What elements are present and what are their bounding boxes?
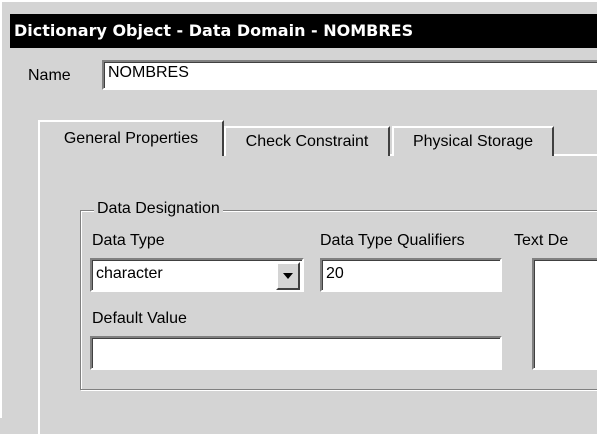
name-field[interactable]: NOMBRES (102, 60, 597, 90)
tab-label: Physical Storage (412, 133, 534, 150)
text-description-textarea[interactable] (532, 258, 597, 370)
dialog-window: Dictionary Object - Data Domain - NOMBRE… (0, 0, 597, 434)
data-type-select[interactable]: character (90, 258, 304, 292)
tab-physical-storage[interactable]: Physical Storage (392, 126, 554, 156)
data-designation-title: Data Designation (94, 200, 223, 218)
tab-label: General Properties (63, 130, 199, 147)
data-type-label: Data Type (92, 232, 165, 249)
qualifiers-label: Data Type Qualifiers (320, 232, 465, 249)
tab-label: Check Constraint (245, 133, 369, 150)
data-type-dropdown-button[interactable] (276, 262, 300, 290)
qualifiers-input[interactable]: 20 (320, 258, 502, 292)
text-description-label: Text De (514, 232, 569, 249)
chevron-down-icon (283, 273, 293, 279)
tab-check-constraint[interactable]: Check Constraint (224, 126, 390, 156)
window-title: Dictionary Object - Data Domain - NOMBRE… (14, 21, 414, 40)
name-label: Name (28, 67, 71, 84)
default-value-label: Default Value (92, 310, 187, 327)
window-title-bar[interactable]: Dictionary Object - Data Domain - NOMBRE… (10, 14, 597, 48)
tab-general-properties[interactable]: General Properties (38, 120, 224, 156)
default-value-input[interactable] (90, 336, 502, 370)
qualifiers-value: 20 (326, 265, 344, 282)
name-field-value: NOMBRES (108, 64, 189, 81)
data-type-value: character (96, 265, 163, 282)
